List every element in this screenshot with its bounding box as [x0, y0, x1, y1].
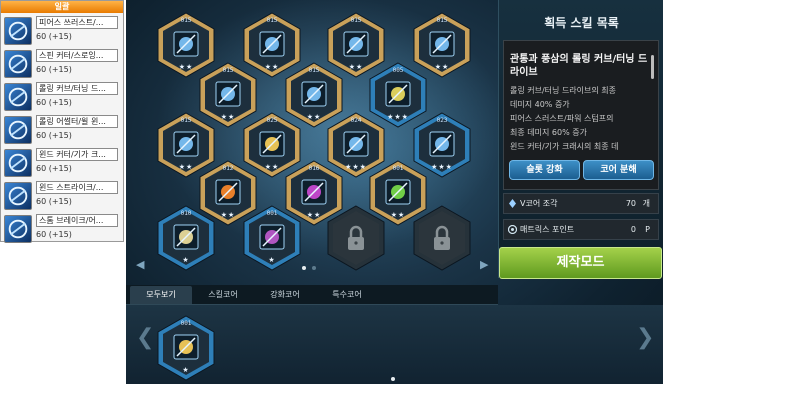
v-core-icon	[509, 199, 516, 208]
core-level: 015	[436, 17, 448, 24]
skill-list-item[interactable]: 롤링 커브/터닝 드... 60 (+15)	[3, 81, 121, 114]
v-core-value: 70	[625, 199, 636, 208]
owned-core-slot[interactable]: 001 ★	[156, 315, 216, 381]
skill-list-name: 스톰 브레이크/어...	[36, 214, 118, 227]
core-level: 015	[308, 67, 320, 74]
matrix-point-value: 0	[630, 225, 636, 234]
core-level: 010	[180, 210, 192, 217]
page-dot-2[interactable]	[312, 266, 316, 270]
locked-core-slot[interactable]	[326, 205, 386, 271]
wind-cutter-icon	[4, 149, 32, 177]
skill-list-level: 60 (+15)	[36, 65, 72, 74]
desc-line: 윈드 커터/기가 크래시의 최종 데	[510, 142, 619, 151]
matrix-point-row: 매트릭스 포인트 0 P	[503, 219, 659, 240]
skill-name: 관통과 풍삼의 롤링 커브/터닝 드라이브	[510, 54, 648, 78]
v-core-unit: 개	[642, 199, 650, 208]
core-level: 001	[266, 210, 278, 217]
core-slot[interactable]: 010 ★	[156, 205, 216, 271]
tab-special-core[interactable]: 특수코어	[316, 286, 378, 304]
skill-list-name: 롤링 어썰터/윌 윈...	[36, 115, 118, 128]
lock-icon	[413, 205, 471, 271]
skill-list-name: 스핀 커터/스로잉...	[36, 49, 118, 62]
core-level: 005	[392, 67, 404, 74]
skill-list-level: 60 (+15)	[36, 164, 72, 173]
core-level: 012	[222, 165, 234, 172]
description-scrollbar[interactable]	[651, 55, 654, 79]
pierce-thrust-icon	[4, 17, 32, 45]
core-slot[interactable]: 001 ★	[242, 205, 302, 271]
acquired-skill-panel: 획득 스킬 목록 관통과 풍삼의 롤링 커브/터닝 드라이브 롤링 커브/터닝 …	[498, 0, 663, 279]
skill-list-name: 윈드 커터/기가 크...	[36, 148, 118, 161]
core-stars: ★	[268, 256, 276, 264]
tab-all[interactable]: 모두보기	[130, 286, 192, 304]
owned-core-level: 001	[180, 320, 192, 327]
strip-prev-arrow[interactable]: ❮	[136, 325, 154, 350]
desc-line: 롤링 커브/터닝 드라이브의 최종	[510, 86, 617, 95]
desc-line: 최종 데미지 60% 증가	[510, 128, 587, 137]
spin-cutter-icon	[4, 50, 32, 78]
v-core-label: V코어 조각	[520, 199, 558, 208]
owned-core-stars: ★	[182, 366, 190, 374]
core-stars: ★	[182, 256, 190, 264]
tab-skill-core[interactable]: 스킬코어	[192, 286, 254, 304]
core-level: 015	[266, 17, 278, 24]
skill-list-item[interactable]: 롤링 어썰터/윌 윈... 60 (+15)	[3, 114, 121, 147]
core-level: 001	[392, 165, 404, 172]
v-matrix-window: ◀ ▶ 획득 스킬 목록 관통과 풍삼의 롤링 커브/터닝 드라이브 롤링 커브…	[126, 0, 663, 384]
tab-enhance-core[interactable]: 강화코어	[254, 286, 316, 304]
rolling-assaulter-icon	[4, 116, 32, 144]
lock-icon	[327, 205, 385, 271]
tooltip-list-title: 일괄	[1, 1, 123, 13]
slot-enhance-button[interactable]: 슬롯 강화	[509, 160, 580, 180]
skill-list-item[interactable]: 윈드 스트라이크/... 60 (+15)	[3, 180, 121, 213]
craft-mode-button[interactable]: 제작모드	[499, 247, 662, 279]
skill-list-name: 롤링 커브/터닝 드...	[36, 82, 118, 95]
skill-tooltip-list: 일괄 피어스 쓰러스트/... 60 (+15) 스핀 커터/스로잉... 60 (+…	[0, 0, 124, 243]
skill-list-level: 60 (+15)	[36, 197, 72, 206]
strip-scroll-indicator[interactable]	[391, 377, 395, 381]
skill-list-item[interactable]: 스톰 브레이크/어... 60 (+15)	[3, 213, 121, 246]
grid-next-arrow[interactable]: ▶	[480, 258, 488, 271]
panel-title: 획득 스킬 목록	[544, 16, 619, 30]
storm-break-icon	[4, 215, 32, 243]
skill-list-level: 60 (+15)	[36, 32, 72, 41]
skill-list-name: 피어스 쓰러스트/...	[36, 16, 118, 29]
core-level: 023	[436, 117, 448, 124]
skill-list-item[interactable]: 윈드 커터/기가 크... 60 (+15)	[3, 147, 121, 180]
skill-list-item[interactable]: 스핀 커터/스로잉... 60 (+15)	[3, 48, 121, 81]
skill-list-level: 60 (+15)	[36, 131, 72, 140]
matrix-point-unit: P	[645, 225, 650, 234]
page-dot-1[interactable]	[302, 266, 306, 270]
desc-line: 데미지 40% 증가	[510, 100, 570, 109]
rolling-curve-icon	[4, 83, 32, 111]
matrix-point-icon	[508, 225, 517, 234]
skill-list-name: 윈드 스트라이크/...	[36, 181, 118, 194]
matrix-point-label: 매트릭스 포인트	[520, 225, 575, 234]
core-level: 016	[308, 165, 320, 172]
wind-strike-icon	[4, 182, 32, 210]
core-disassemble-button[interactable]: 코어 분해	[583, 160, 654, 180]
strip-next-arrow[interactable]: ❯	[636, 325, 654, 350]
skill-list-item[interactable]: 피어스 쓰러스트/... 60 (+15)	[3, 15, 121, 48]
core-filter-tabs: 모두보기 스킬코어 강화코어 특수코어	[126, 285, 498, 305]
locked-core-slot[interactable]	[412, 205, 472, 271]
skill-list-level: 60 (+15)	[36, 98, 72, 107]
core-level: 024	[350, 117, 362, 124]
core-level: 015	[222, 67, 234, 74]
core-level: 025	[266, 117, 278, 124]
core-level: 015	[180, 117, 192, 124]
core-level: 015	[350, 17, 362, 24]
grid-prev-arrow[interactable]: ◀	[136, 258, 144, 271]
core-level: 015	[180, 17, 192, 24]
desc-line: 피어스 스러스트/파워 스텀프의	[510, 114, 614, 123]
skill-list-level: 60 (+15)	[36, 230, 72, 239]
v-core-shard-row: V코어 조각 70 개	[503, 193, 659, 214]
